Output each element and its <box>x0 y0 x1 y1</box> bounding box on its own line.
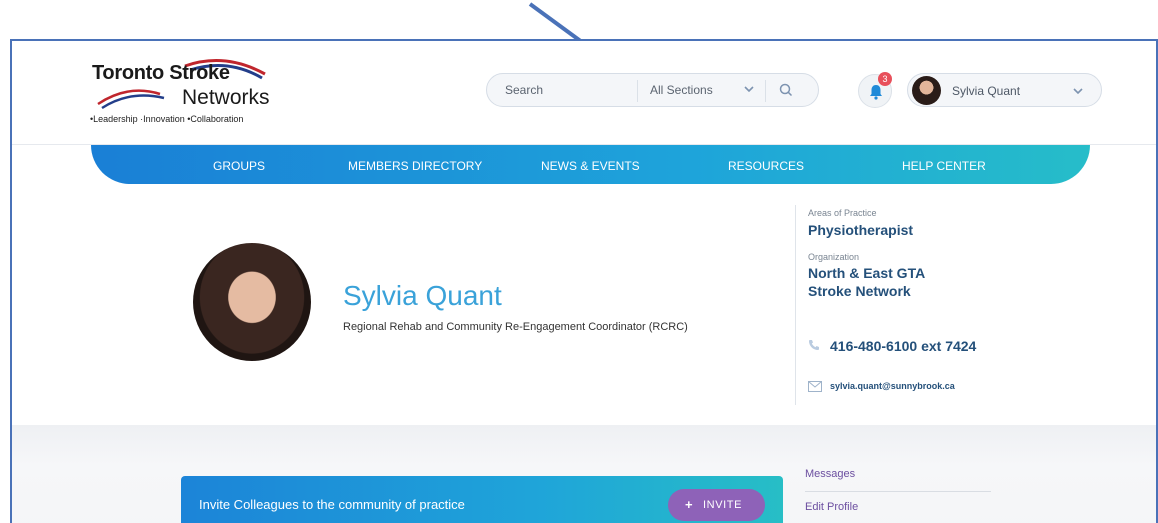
areas-of-practice-label: Areas of Practice <box>808 208 877 218</box>
nav-item-groups[interactable]: GROUPS <box>213 159 265 173</box>
plus-icon: + <box>685 497 693 512</box>
browser-frame: Toronto Stroke Networks •Leadership ·Inn… <box>10 39 1158 523</box>
profile-name: Sylvia Quant <box>343 280 502 311</box>
nav-item-resources[interactable]: RESOURCES <box>728 159 804 173</box>
search-divider <box>765 80 766 102</box>
nav-item-help-center[interactable]: HELP CENTER <box>902 159 986 173</box>
sidebar-link-edit-profile[interactable]: Edit Profile <box>805 492 991 523</box>
organization-label: Organization <box>808 252 860 262</box>
search-bar: Search All Sections <box>486 73 819 107</box>
search-divider <box>637 80 638 102</box>
chevron-down-icon <box>1073 88 1083 95</box>
invite-banner-text: Invite Colleagues to the community of pr… <box>199 497 465 512</box>
areas-of-practice-value: Physiotherapist <box>808 222 914 238</box>
email-link[interactable]: sylvia.quant@sunnybrook.ca <box>830 381 955 391</box>
screenshot-stage: Toronto Stroke Networks •Leadership ·Inn… <box>0 0 1158 523</box>
avatar <box>912 76 941 105</box>
invite-button[interactable]: + INVITE <box>668 489 765 521</box>
logo-tagline: •Leadership ·Innovation •Collaboration <box>90 114 244 124</box>
phone-number[interactable]: 416-480-6100 ext 7424 <box>808 336 988 357</box>
sidebar-link-messages[interactable]: Messages <box>805 459 991 492</box>
mail-icon <box>808 381 822 392</box>
notifications-button[interactable]: 3 <box>858 72 892 108</box>
invite-button-label: INVITE <box>703 499 743 511</box>
logo-line-1: Toronto Stroke <box>92 62 230 84</box>
user-name: Sylvia Quant <box>952 84 1021 98</box>
organization-line-2: Stroke Network <box>808 283 911 299</box>
profile-title: Regional Rehab and Community Re-Engageme… <box>343 321 688 333</box>
main-nav: GROUPS MEMBERS DIRECTORY NEWS & EVENTS R… <box>91 145 1090 184</box>
user-menu[interactable]: Sylvia Quant <box>907 73 1102 107</box>
invite-banner: Invite Colleagues to the community of pr… <box>181 476 783 523</box>
profile-info: Areas of Practice Physiotherapist Organi… <box>795 205 995 405</box>
site-logo[interactable]: Toronto Stroke Networks •Leadership ·Inn… <box>90 56 290 131</box>
nav-item-news-events[interactable]: NEWS & EVENTS <box>541 159 640 173</box>
profile-avatar <box>193 243 311 361</box>
notification-count-badge: 3 <box>878 72 892 86</box>
organization-line-1: North & East GTA <box>808 265 926 281</box>
logo-line-2: Networks <box>182 86 270 109</box>
profile-sidebar: Messages Edit Profile <box>805 459 991 523</box>
search-input[interactable]: Search <box>505 83 625 97</box>
nav-item-members-directory[interactable]: MEMBERS DIRECTORY <box>348 159 482 173</box>
search-icon[interactable] <box>777 81 795 99</box>
chevron-down-icon[interactable] <box>741 81 757 97</box>
